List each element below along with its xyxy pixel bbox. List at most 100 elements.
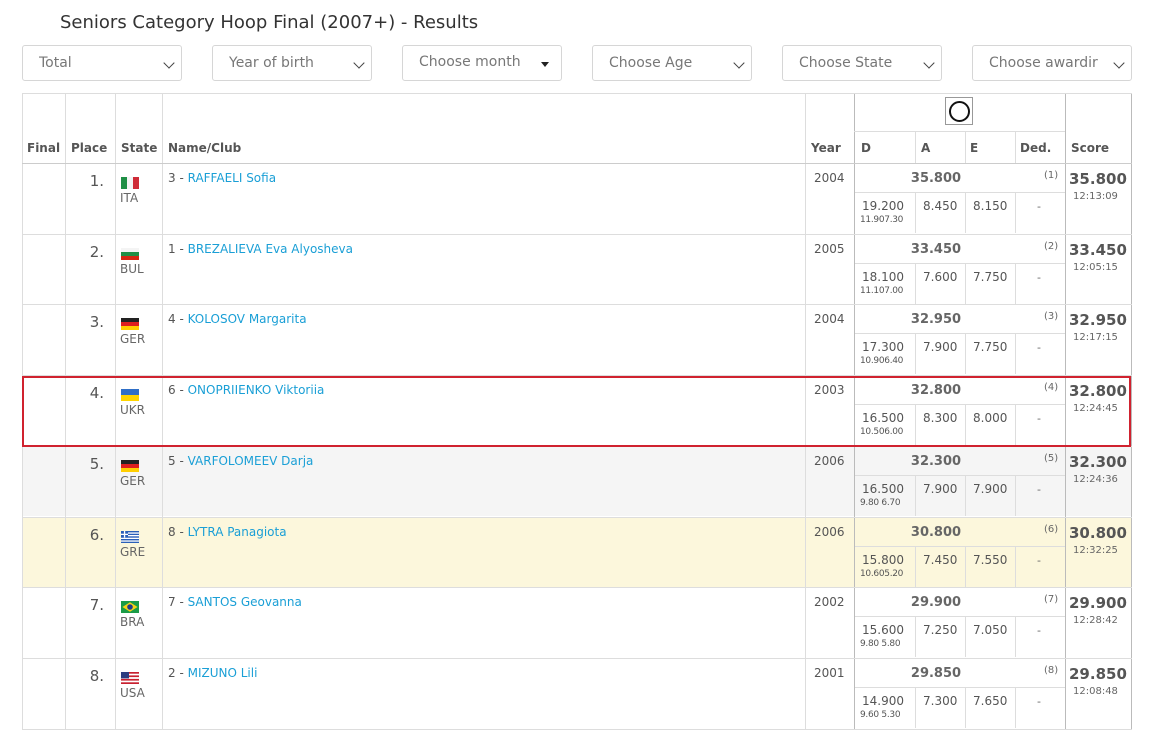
apparatus-total: 32.800 — [910, 383, 962, 398]
chevron-down-icon — [353, 57, 365, 69]
a-score: 8.450 — [923, 199, 958, 213]
d-subscores: 11.107.00 — [860, 286, 904, 296]
col-final[interactable]: Final — [27, 141, 60, 155]
d-score: 14.900 — [862, 694, 904, 708]
place-cell: 7. — [89, 596, 104, 614]
time-cell: 12:05:15 — [1073, 262, 1118, 273]
name-club-cell: 3 - RAFFAELI Sofia — [168, 171, 276, 185]
start-number: 6 - — [168, 383, 188, 397]
a-score: 7.300 — [923, 694, 958, 708]
apparatus-rank: (4) — [1044, 382, 1059, 393]
col-e[interactable]: E — [970, 141, 978, 155]
hoop-icon — [945, 97, 973, 125]
page-title: Seniors Category Hoop Final (2007+) - Re… — [60, 12, 479, 33]
state-code: UKR — [120, 403, 145, 417]
name-club-cell: 5 - VARFOLOMEEV Darja — [168, 454, 313, 468]
time-cell: 12:17:15 — [1073, 332, 1118, 343]
name-club-cell: 1 - BREZALIEVA Eva Alyosheva — [168, 242, 353, 256]
athlete-link[interactable]: BREZALIEVA Eva Alyosheva — [188, 242, 353, 256]
name-club-cell: 4 - KOLOSOV Margarita — [168, 312, 307, 326]
score-cell: 32.800 — [1069, 382, 1127, 400]
score-cell: 33.450 — [1069, 241, 1127, 259]
e-score: 7.650 — [973, 694, 1008, 708]
place-cell: 1. — [89, 172, 104, 190]
state-code: GER — [120, 474, 146, 488]
germany-flag-icon — [121, 315, 139, 330]
time-cell: 12:32:25 — [1073, 545, 1118, 556]
deduction: - — [1037, 624, 1041, 637]
month-select-label: Choose month — [419, 54, 521, 70]
start-number: 5 - — [168, 454, 188, 468]
state-code: GER — [120, 332, 146, 346]
month-select[interactable]: Choose month — [402, 45, 562, 81]
a-score: 7.900 — [923, 340, 958, 354]
athlete-link[interactable]: SANTOS Geovanna — [188, 595, 302, 609]
apparatus-total: 29.900 — [910, 595, 962, 610]
score-cell: 30.800 — [1069, 524, 1127, 542]
e-score: 7.750 — [973, 340, 1008, 354]
athlete-link[interactable]: KOLOSOV Margarita — [188, 312, 307, 326]
start-number: 7 - — [168, 595, 188, 609]
score-cell: 32.300 — [1069, 453, 1127, 471]
e-score: 7.750 — [973, 270, 1008, 284]
athlete-link[interactable]: MIZUNO Lili — [188, 666, 258, 680]
apparatus-rank: (6) — [1044, 524, 1059, 535]
state-code: GRE — [120, 545, 146, 559]
deduction: - — [1037, 483, 1041, 496]
e-score: 8.000 — [973, 411, 1008, 425]
time-cell: 12:28:42 — [1073, 615, 1118, 626]
award-select-label: Choose awardir — [989, 55, 1098, 71]
chevron-down-icon — [923, 57, 935, 69]
d-subscores: 10.506.00 — [860, 427, 904, 437]
time-cell: 12:24:45 — [1073, 403, 1118, 414]
deduction: - — [1037, 695, 1041, 708]
apparatus-rank: (3) — [1044, 311, 1059, 322]
italy-flag-icon — [121, 174, 139, 189]
athlete-link[interactable]: RAFFAELI Sofia — [188, 171, 276, 185]
apparatus-total: 33.450 — [910, 242, 962, 257]
total-select-label: Total — [39, 55, 72, 71]
score-cell: 35.800 — [1069, 170, 1127, 188]
deduction: - — [1037, 200, 1041, 213]
a-score: 8.300 — [923, 411, 958, 425]
athlete-link[interactable]: VARFOLOMEEV Darja — [188, 454, 314, 468]
brazil-flag-icon — [121, 598, 139, 613]
d-score: 16.500 — [862, 482, 904, 496]
place-cell: 3. — [89, 313, 104, 331]
name-club-cell: 8 - LYTRA Panagiota — [168, 525, 287, 539]
col-name-club[interactable]: Name/Club — [168, 141, 241, 155]
d-score: 19.200 — [862, 199, 904, 213]
score-cell: 29.900 — [1069, 594, 1127, 612]
col-state[interactable]: State — [121, 141, 157, 155]
athlete-link[interactable]: ONOPRIIENKO Viktoriia — [188, 383, 325, 397]
name-club-cell: 6 - ONOPRIIENKO Viktoriia — [168, 383, 324, 397]
a-score: 7.900 — [923, 482, 958, 496]
col-ded[interactable]: Ded. — [1020, 141, 1051, 155]
state-select[interactable]: Choose State — [782, 45, 942, 81]
year-cell: 2005 — [814, 242, 845, 256]
bulgaria-flag-icon — [121, 245, 139, 260]
apparatus-total: 29.850 — [910, 666, 962, 681]
ukraine-flag-icon — [121, 386, 139, 401]
d-subscores: 10.906.40 — [860, 356, 904, 366]
age-select[interactable]: Choose Age — [592, 45, 752, 81]
athlete-link[interactable]: LYTRA Panagiota — [188, 525, 287, 539]
germany-flag-icon — [121, 457, 139, 472]
d-score: 18.100 — [862, 270, 904, 284]
award-select[interactable]: Choose awardir — [972, 45, 1132, 81]
apparatus-rank: (8) — [1044, 665, 1059, 676]
year-of-birth-select[interactable]: Year of birth — [212, 45, 372, 81]
results-table: Final Place State Name/Club Year D A E D… — [22, 93, 1132, 730]
apparatus-total: 32.300 — [910, 454, 962, 469]
col-d[interactable]: D — [861, 141, 871, 155]
col-score[interactable]: Score — [1071, 141, 1109, 155]
col-a[interactable]: A — [921, 141, 930, 155]
total-select[interactable]: Total — [22, 45, 182, 81]
d-subscores: 9.80 5.80 — [860, 639, 901, 649]
col-year[interactable]: Year — [811, 141, 841, 155]
col-place[interactable]: Place — [71, 141, 107, 155]
time-cell: 12:24:36 — [1073, 474, 1118, 485]
apparatus-rank: (1) — [1044, 170, 1059, 181]
d-score: 17.300 — [862, 340, 904, 354]
state-code: USA — [120, 686, 145, 700]
